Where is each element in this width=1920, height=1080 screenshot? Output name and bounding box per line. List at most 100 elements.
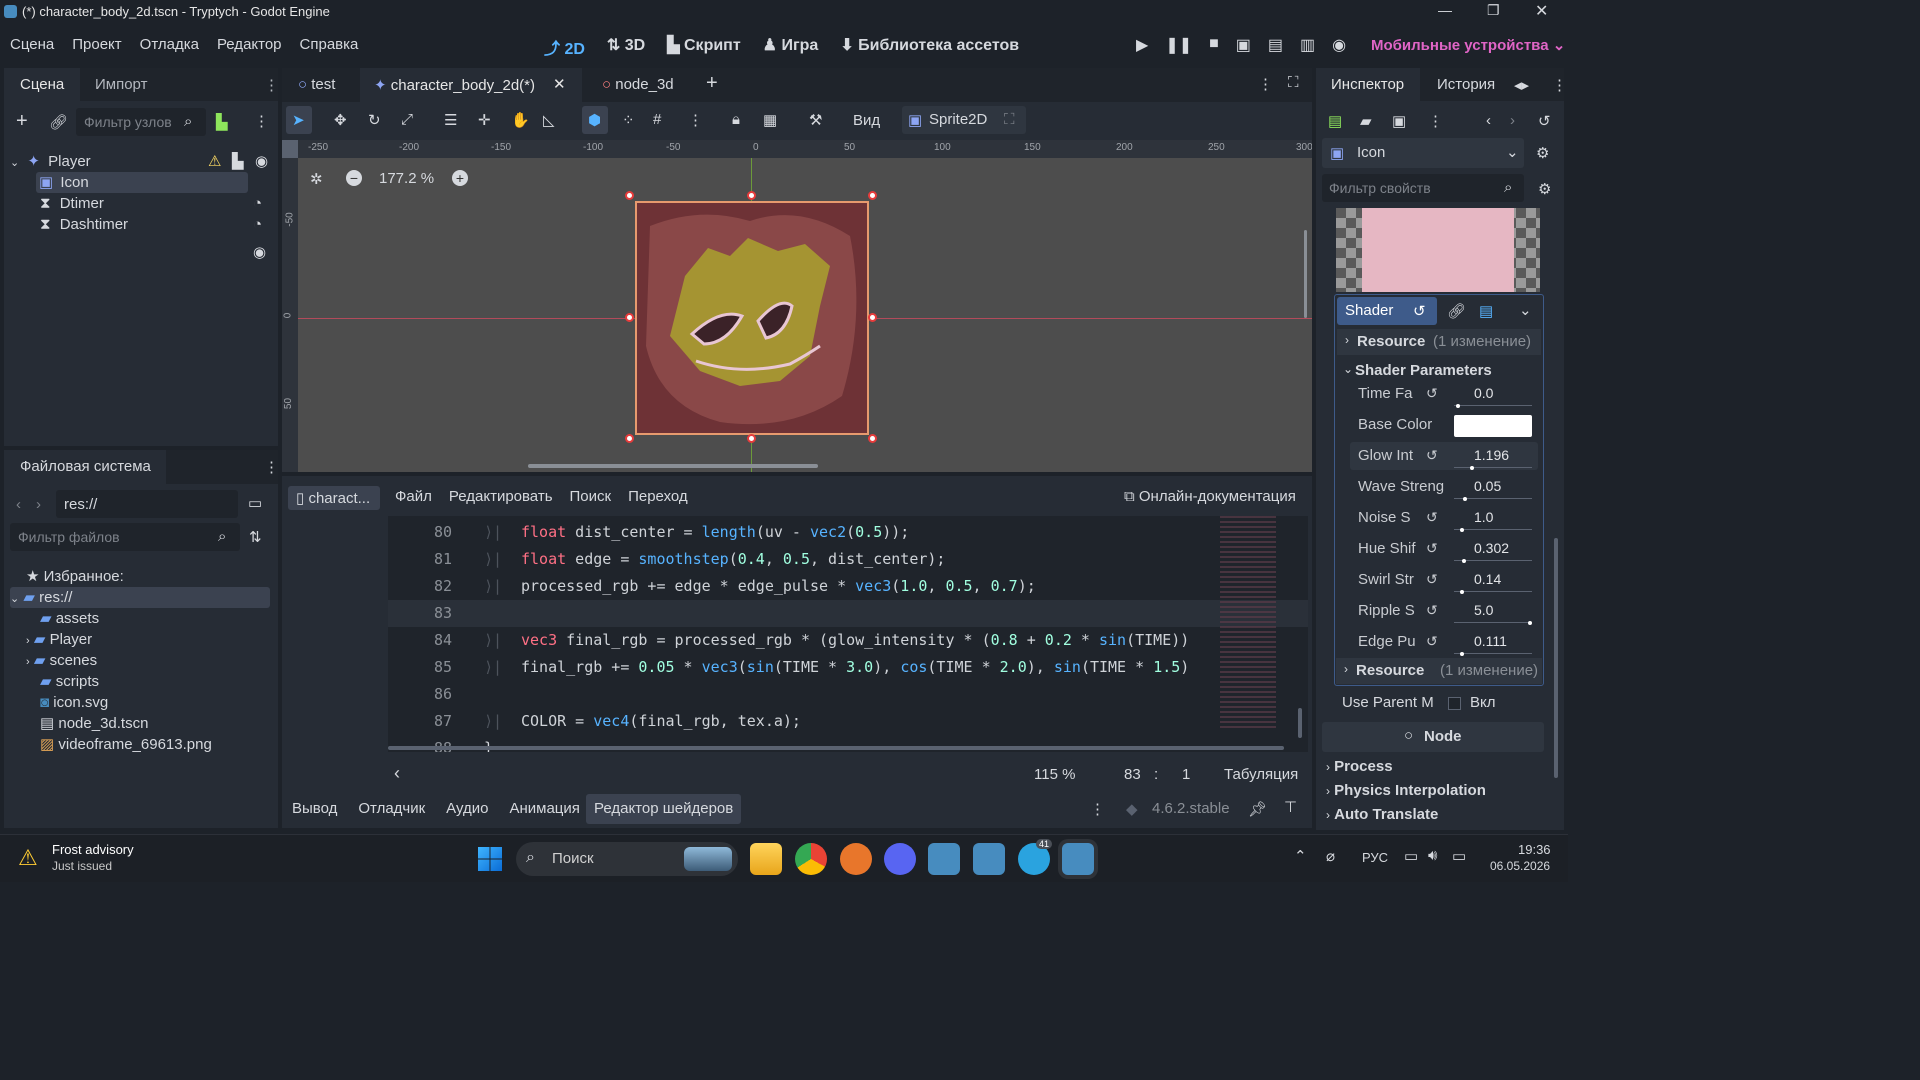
back-icon[interactable]: ‹ bbox=[16, 496, 21, 513]
toggle-file-list-icon[interactable]: ‹ bbox=[394, 763, 400, 784]
tree-node-dashtimer[interactable]: ⧗ Dashtimer ◔ bbox=[40, 214, 272, 235]
history-back-icon[interactable]: ‹ bbox=[1486, 112, 1491, 129]
path-field[interactable]: res:// bbox=[56, 490, 238, 518]
rotate-tool-icon[interactable]: ↻ bbox=[368, 111, 381, 129]
reset-icon[interactable]: ↺ bbox=[1426, 602, 1438, 619]
menu-project[interactable]: Проект bbox=[72, 36, 121, 53]
reset-icon[interactable]: ↺ bbox=[1426, 571, 1438, 588]
workspace-game[interactable]: ♟ Игра bbox=[763, 35, 819, 59]
scene-tab-test[interactable]: ○ test bbox=[298, 76, 335, 93]
restore-button[interactable]: ❐ bbox=[1487, 2, 1500, 19]
play-scene-icon[interactable]: ▤ bbox=[1268, 35, 1283, 55]
tree-node-icon[interactable]: ▣ Icon bbox=[36, 172, 248, 193]
list-select-icon[interactable]: ☰ bbox=[444, 111, 457, 129]
add-scene-tab-icon[interactable]: + bbox=[706, 72, 718, 95]
script-icon[interactable]: ▙ bbox=[232, 151, 244, 172]
horizontal-scrollbar[interactable] bbox=[528, 464, 818, 468]
clock-date[interactable]: 06.05.2026 bbox=[1490, 859, 1550, 873]
forward-icon[interactable]: › bbox=[36, 496, 41, 513]
menu-help[interactable]: Справка bbox=[300, 36, 359, 53]
menu-editor[interactable]: Редактор bbox=[217, 36, 282, 53]
bottom-tab-audio[interactable]: Аудио bbox=[446, 800, 488, 817]
sort-icon[interactable]: ⇅ bbox=[249, 528, 262, 546]
code-area[interactable]: 80 ⟩| float dist_center = length(uv - vec2… bbox=[388, 516, 1308, 752]
workspace-3d[interactable]: ⇅ 3D bbox=[607, 35, 645, 59]
view-menu[interactable]: Вид bbox=[853, 112, 880, 129]
distraction-free-icon[interactable]: ⛶ bbox=[1288, 74, 1299, 91]
reset-icon[interactable]: ↺ bbox=[1426, 633, 1438, 650]
pivot-tool-icon[interactable]: ✛ bbox=[478, 111, 491, 129]
shader-menu-edit[interactable]: Редактировать bbox=[449, 488, 553, 505]
scene-tab-character-body[interactable]: ✦ character_body_2d(*) ✕ bbox=[360, 68, 582, 102]
signal-icon[interactable]: ◔ bbox=[253, 214, 262, 235]
telegram-icon[interactable]: 41 bbox=[1018, 839, 1053, 875]
tab-import[interactable]: Импорт bbox=[95, 76, 147, 93]
resource-row-top[interactable]: › Resource (1 изменение) bbox=[1337, 329, 1541, 355]
instance-link-icon[interactable]: 🔗︎ bbox=[49, 113, 68, 131]
code-minimap[interactable] bbox=[1220, 516, 1276, 730]
bottom-tab-animation[interactable]: Анимация bbox=[509, 800, 579, 817]
group-icon[interactable]: ▦ bbox=[763, 111, 777, 129]
favorites-row[interactable]: ★ Избранное: bbox=[26, 566, 124, 587]
section-physics-interpolation[interactable]: › Physics Interpolation bbox=[1326, 782, 1486, 799]
tab-filesystem[interactable]: Файловая система bbox=[4, 450, 166, 484]
godot-taskbar-icon-active[interactable] bbox=[1062, 843, 1094, 875]
close-tab-icon[interactable]: ✕ bbox=[553, 75, 566, 93]
workspace-assetlib[interactable]: ⬇ Библиотека ассетов bbox=[840, 35, 1019, 59]
slider-grabber[interactable] bbox=[1459, 652, 1464, 656]
dock-menu-icon[interactable]: ⋮ bbox=[264, 76, 279, 94]
sprite2d-menu[interactable]: ▣ Sprite2D ⛶ bbox=[902, 106, 1026, 134]
code-zoom[interactable]: 115 % bbox=[1034, 766, 1075, 783]
tab-scene[interactable]: Сцена bbox=[4, 68, 80, 101]
volume-icon[interactable]: 🔊︎ bbox=[1428, 847, 1437, 864]
close-window-button[interactable]: ✕ bbox=[1535, 1, 1548, 21]
scene-tabs-menu-icon[interactable]: ⋮ bbox=[1258, 75, 1273, 93]
add-node-icon[interactable]: + bbox=[16, 110, 28, 133]
play-custom-icon[interactable]: ▥ bbox=[1300, 35, 1315, 55]
reset-icon[interactable]: ↺ bbox=[1426, 509, 1438, 526]
tab-inspector[interactable]: Инспектор bbox=[1316, 68, 1420, 101]
shader-menu-file[interactable]: Файл bbox=[395, 488, 432, 505]
start-button[interactable] bbox=[478, 847, 502, 871]
minimize-button[interactable]: — bbox=[1438, 2, 1452, 18]
split-mode-icon[interactable]: ▭ bbox=[248, 494, 262, 512]
object-selector[interactable]: ▣ Icon ⌄ bbox=[1322, 138, 1524, 168]
move-tool-icon[interactable]: ✥ bbox=[334, 111, 347, 129]
bottom-menu-icon[interactable]: ⋮ bbox=[1090, 800, 1105, 818]
discord-icon[interactable] bbox=[884, 843, 916, 875]
visibility-icon[interactable]: ◉ bbox=[255, 151, 268, 172]
bottom-tab-output[interactable]: Вывод bbox=[292, 800, 337, 817]
language-indicator[interactable]: РУС bbox=[1362, 850, 1388, 865]
vertical-scrollbar[interactable] bbox=[1304, 230, 1307, 318]
zoom-level[interactable]: 177.2 % bbox=[379, 170, 434, 187]
scene-tab-node3d[interactable]: ○ node_3d bbox=[602, 76, 674, 93]
network-icon[interactable]: ⌀ bbox=[1326, 847, 1335, 865]
file-filter-input[interactable]: Фильтр файлов ⌕ bbox=[10, 523, 240, 551]
shader-menu-search[interactable]: Поиск bbox=[570, 488, 612, 505]
explorer-icon[interactable] bbox=[750, 843, 782, 875]
workspace-2d[interactable]: ⤴ 2D bbox=[544, 35, 585, 59]
bottom-tab-shader-editor[interactable]: Редактор шейдеров bbox=[586, 794, 742, 824]
param-edge-pulse-input[interactable]: 0.111 bbox=[1454, 630, 1532, 656]
param-wave-strength-input[interactable]: 0.05 bbox=[1454, 475, 1532, 501]
remote-debug-icon[interactable]: ▣ bbox=[1236, 35, 1251, 55]
texture-preview[interactable] bbox=[1336, 208, 1540, 292]
slider-grabber[interactable] bbox=[1459, 590, 1464, 594]
recent-history-icon[interactable]: ↺ bbox=[1538, 112, 1551, 130]
clock-time[interactable]: 19:36 bbox=[1518, 842, 1551, 857]
renderer-select[interactable]: Мобильные устройства ⌄ bbox=[1371, 36, 1565, 54]
param-glow-intensity-input[interactable]: 1.196 bbox=[1454, 444, 1532, 470]
tree-node-player[interactable]: ⌄ ✦ Player ⚠ ▙ ◉ bbox=[10, 151, 272, 172]
slider-grabber[interactable] bbox=[1463, 497, 1468, 501]
expand-panel-icon[interactable]: ⊤ bbox=[1284, 798, 1297, 816]
base-color-swatch[interactable] bbox=[1454, 415, 1532, 437]
menu-scene[interactable]: Сцена bbox=[10, 36, 54, 53]
folder-player[interactable]: › ▰ Player bbox=[26, 629, 92, 650]
stop-icon[interactable]: ■ bbox=[1209, 35, 1219, 55]
resource-row-bottom[interactable]: › Resource (1 изменение) bbox=[1336, 658, 1542, 684]
app-icon[interactable] bbox=[840, 843, 872, 875]
pan-tool-icon[interactable]: ✋ bbox=[511, 111, 530, 129]
file-node3d-tscn[interactable]: ▤ node_3d.tscn bbox=[40, 713, 148, 734]
taskbar-search[interactable]: ⌕ Поиск bbox=[516, 842, 738, 876]
save-shader-icon[interactable]: ▤ bbox=[1479, 302, 1493, 320]
